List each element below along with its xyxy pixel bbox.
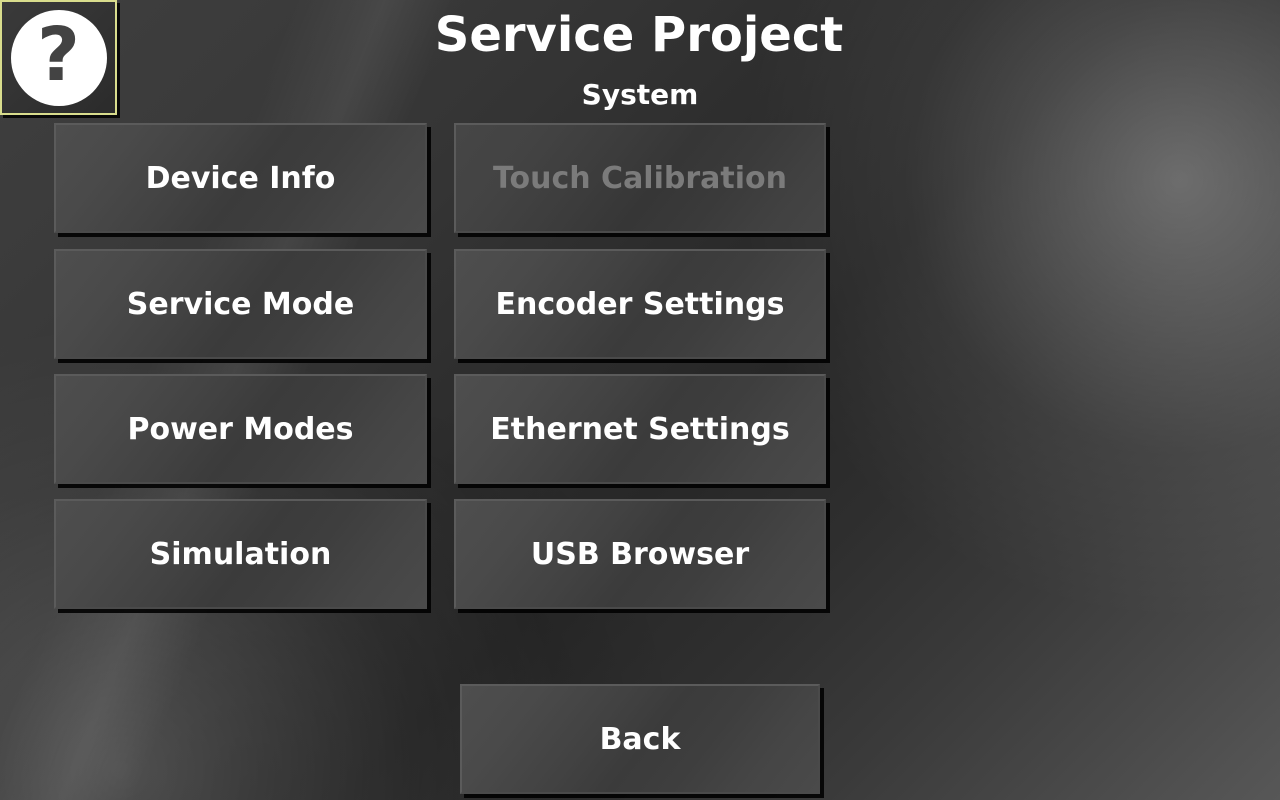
page-title-text: Service Project — [434, 7, 844, 63]
menu-button-touch-calibration: Touch Calibration — [454, 123, 826, 233]
menu-button-simulation[interactable]: Simulation — [54, 499, 427, 609]
menu-button-label: Ethernet Settings — [490, 411, 790, 447]
menu-button-ethernet-settings[interactable]: Ethernet Settings — [454, 374, 826, 484]
menu-button-power-modes[interactable]: Power Modes — [54, 374, 427, 484]
menu-button-encoder-settings[interactable]: Encoder Settings — [454, 249, 826, 359]
menu-button-label: Touch Calibration — [493, 160, 787, 196]
back-button[interactable]: Back — [460, 684, 820, 794]
menu-button-label: Service Mode — [126, 286, 355, 322]
menu-button-label: Device Info — [145, 160, 336, 196]
menu-button-label: Power Modes — [127, 411, 354, 447]
page-subtitle: System — [581, 78, 699, 111]
back-button-label: Back — [599, 721, 681, 757]
menu-button-label: Simulation — [149, 536, 332, 572]
menu-button-usb-browser[interactable]: USB Browser — [454, 499, 826, 609]
menu-button-label: Encoder Settings — [495, 286, 785, 322]
page-title: Service Project — [0, 7, 1279, 63]
service-project-screen: ? Service Project System Device Info Ser… — [0, 0, 1280, 800]
menu-button-service-mode[interactable]: Service Mode — [54, 249, 427, 359]
menu-button-label: USB Browser — [530, 536, 750, 572]
menu-button-device-info[interactable]: Device Info — [54, 123, 427, 233]
